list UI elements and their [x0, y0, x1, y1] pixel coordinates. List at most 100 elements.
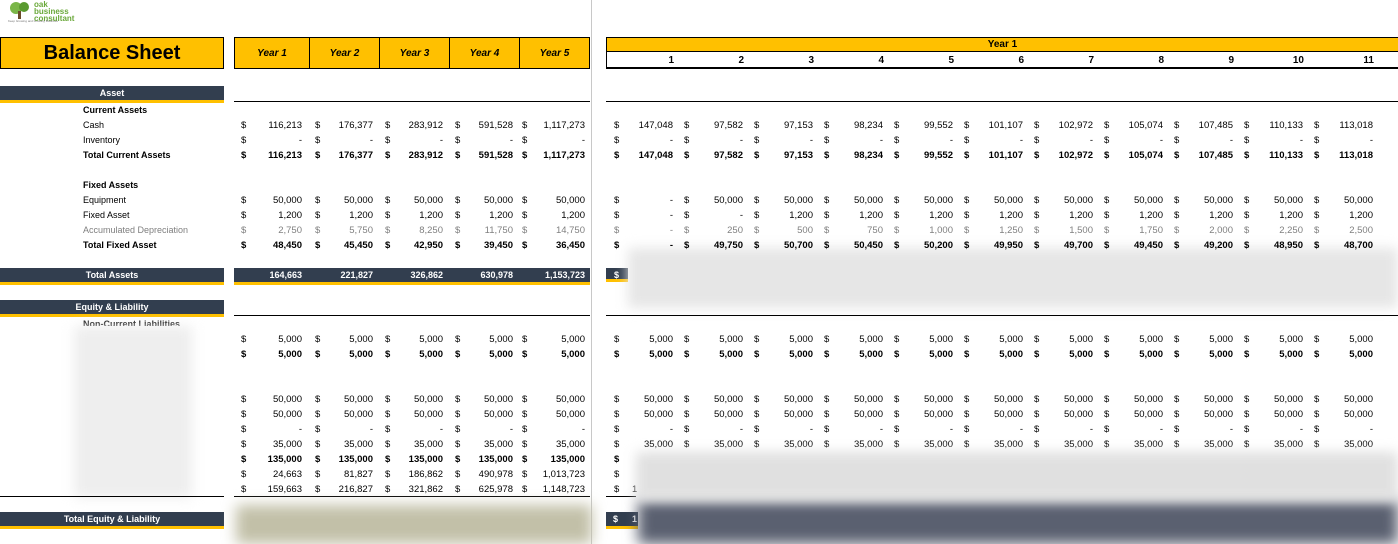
year-header-4: Year 4: [449, 37, 520, 69]
month-value: 1,200: [859, 210, 883, 221]
row-label: Total Current Assets: [83, 150, 171, 160]
month-value: 49,950: [993, 240, 1023, 251]
year-header-5: Year 5: [519, 37, 590, 69]
year-value: 11,750: [484, 225, 513, 236]
month-value: -: [1019, 424, 1023, 435]
month-header: 4: [878, 55, 884, 66]
month-value: 110,133: [1269, 150, 1303, 161]
year-value: 283,912: [408, 120, 443, 131]
year-header-2: Year 2: [309, 37, 380, 69]
month-value: 50,000: [783, 409, 813, 420]
month-value: 110,133: [1269, 120, 1303, 131]
month-value: 50,000: [993, 195, 1023, 206]
year-value: 625,978: [478, 484, 513, 495]
logo-tagline: Keep Growing and Growing Business: [8, 19, 58, 23]
month-value: 48,950: [1273, 240, 1303, 251]
month-value: 99,552: [923, 150, 953, 161]
year-value: 81,827: [343, 469, 373, 480]
monthly-year-header: Year 1: [606, 37, 1398, 52]
year-value: 50,000: [413, 394, 443, 405]
year-value: 50,000: [343, 409, 373, 420]
year-value: -: [439, 424, 443, 435]
month-value: 50,000: [853, 195, 883, 206]
year-value: 35,000: [555, 439, 585, 450]
year-value: 1,013,723: [542, 469, 585, 480]
month-value: 5,000: [649, 349, 673, 360]
month-value: 35,000: [1203, 439, 1233, 450]
total-assets-value: 326,862: [410, 270, 443, 280]
total-assets-value: 221,827: [340, 270, 373, 280]
year-value: 14,750: [555, 225, 585, 236]
year-value: -: [298, 424, 302, 435]
month-value: 48,700: [1343, 240, 1373, 251]
month-header: 8: [1158, 55, 1164, 66]
month-value: 50,000: [1063, 409, 1093, 420]
year-value: 48,450: [272, 240, 302, 251]
month-value: -: [739, 135, 743, 146]
month-value: 98,234: [853, 150, 883, 161]
month-value: 1,000: [929, 225, 953, 236]
month-value: -: [669, 240, 673, 251]
non-current-liabilities-heading: Non-Current Liabilities: [83, 319, 181, 326]
year-value: 50,000: [555, 195, 585, 206]
year-value: 1,200: [419, 210, 443, 221]
month-header: 6: [1018, 55, 1024, 66]
year-value: 1,117,273: [543, 150, 585, 161]
month-value: -: [669, 210, 673, 221]
month-value: 102,972: [1058, 120, 1093, 131]
month-value: 35,000: [783, 439, 813, 450]
month-header: 3: [808, 55, 814, 66]
month-value: 50,000: [1273, 195, 1303, 206]
row-label: Fixed Asset: [83, 210, 130, 220]
month-value: 1,500: [1069, 225, 1093, 236]
currency-symbol: $: [614, 469, 620, 480]
month-value: 97,153: [783, 150, 813, 161]
divider-line: [234, 101, 590, 102]
month-value: 1,200: [1139, 210, 1163, 221]
month-value: -: [1159, 135, 1163, 146]
month-value: -: [1229, 424, 1233, 435]
month-value: -: [949, 135, 953, 146]
month-value: -: [1299, 135, 1303, 146]
year-header-1: Year 1: [234, 37, 310, 69]
month-value: 50,000: [1133, 409, 1163, 420]
month-value: 50,000: [1273, 409, 1303, 420]
year-value: 50,000: [483, 195, 513, 206]
year-value: 50,000: [343, 394, 373, 405]
year-value: -: [581, 424, 585, 435]
month-value: 5,000: [1349, 349, 1373, 360]
row-label: Equipment: [83, 195, 127, 205]
month-value: 49,700: [1063, 240, 1093, 251]
row-label: Total Fixed Asset: [83, 240, 157, 250]
blurred-region: [636, 452, 1398, 500]
year-value: 135,000: [550, 454, 585, 465]
month-value: 1,200: [1209, 210, 1233, 221]
month-value: 35,000: [643, 439, 673, 450]
fixed-assets-heading: Fixed Assets: [83, 180, 139, 190]
month-value: 5,000: [789, 334, 813, 345]
month-value: 5,000: [1069, 334, 1093, 345]
month-value: -: [949, 424, 953, 435]
month-value: 35,000: [713, 439, 743, 450]
month-value: -: [1089, 424, 1093, 435]
year-value: 50,000: [483, 394, 513, 405]
month-value: 50,000: [783, 394, 813, 405]
month-value: -: [1299, 424, 1303, 435]
month-value: 50,000: [993, 394, 1023, 405]
month-value: 113,018: [1339, 150, 1373, 161]
year-value: 39,450: [483, 240, 513, 251]
year-value: 35,000: [343, 439, 373, 450]
month-value: 2,250: [1279, 225, 1303, 236]
month-value: 50,000: [1343, 409, 1373, 420]
month-value: 2,000: [1209, 225, 1233, 236]
month-value: -: [1019, 135, 1023, 146]
row-label: Inventory: [83, 135, 121, 145]
month-value: 5,000: [929, 334, 953, 345]
year-value: 5,000: [489, 334, 513, 345]
month-value: 50,000: [993, 409, 1023, 420]
year-value: 5,000: [278, 349, 302, 360]
year-value: 50,000: [343, 195, 373, 206]
year-value: 5,000: [561, 334, 585, 345]
month-value: 107,485: [1198, 120, 1233, 131]
month-value: 750: [867, 225, 883, 236]
